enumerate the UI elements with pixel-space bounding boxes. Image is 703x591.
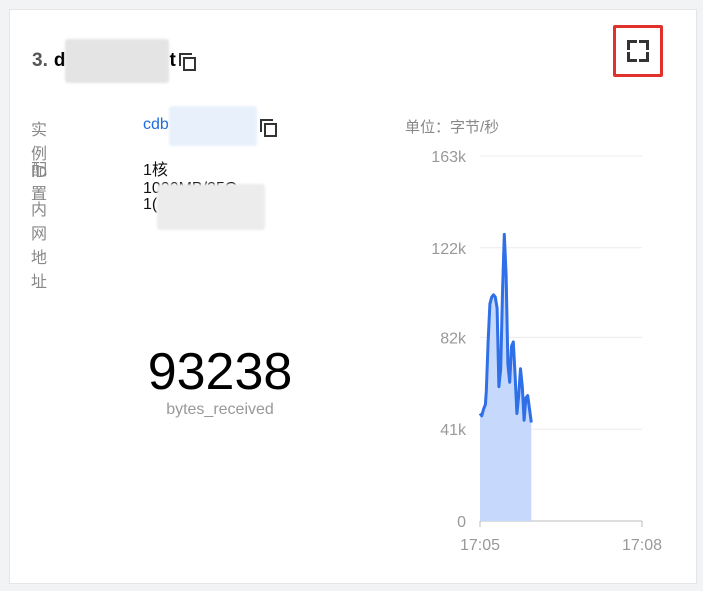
y-tick-label: 163k [431, 149, 467, 166]
bytes-received-chart: 0 41k 82k 122k 163k 17:05 17:08 [431, 149, 662, 554]
y-tick-label: 41k [440, 422, 467, 439]
y-tick-label: 122k [431, 241, 467, 258]
y-tick-label: 0 [457, 514, 466, 531]
x-tick-label: 17:08 [622, 537, 662, 554]
y-tick-label: 82k [440, 330, 467, 347]
x-tick-label: 17:05 [460, 537, 500, 554]
